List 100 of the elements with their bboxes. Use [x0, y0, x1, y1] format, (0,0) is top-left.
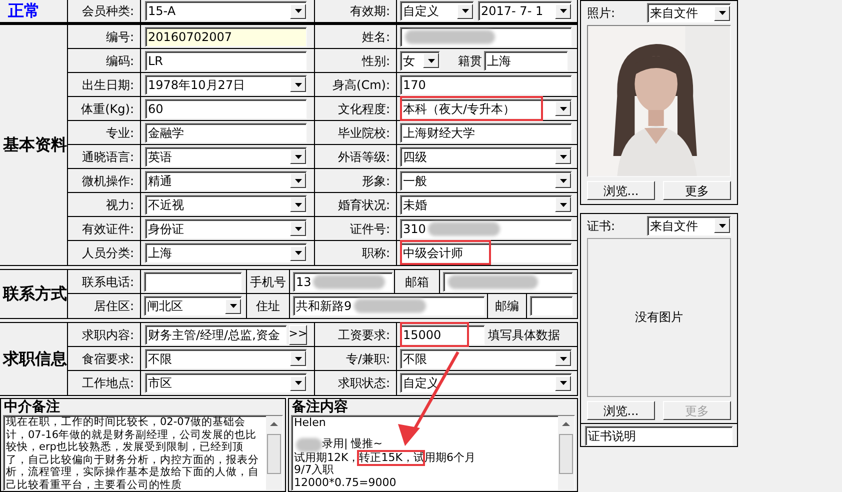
text-field[interactable] [400, 26, 572, 46]
field-label: 外语等级: [338, 148, 390, 166]
caret-icon [462, 9, 468, 13]
text-field[interactable]: 20160702007 [145, 26, 307, 46]
panel-button[interactable]: 浏览... [587, 401, 655, 420]
field-label: 文化程度: [338, 100, 390, 118]
dropdown-select[interactable]: 来自文件 [647, 3, 731, 23]
dropdown-select[interactable]: 身份证 [145, 218, 307, 238]
field-label: 求职状态: [338, 375, 390, 392]
dropdown-select[interactable]: 市区 [145, 373, 307, 393]
remark-text: 9/7入职 [294, 464, 334, 476]
field-label: 照片: [587, 5, 616, 22]
field-label: 出生日期: [82, 76, 134, 94]
more-button[interactable]: >> [289, 324, 307, 344]
caret-icon [560, 356, 566, 360]
text-field[interactable]: 310 [400, 218, 572, 238]
field-label: 手机号 [250, 274, 286, 290]
dropdown-select[interactable]: 一般 [400, 170, 572, 190]
dropdown-select[interactable]: 精通 [145, 170, 307, 190]
remark-text: 用期6个月 [424, 452, 476, 464]
dropdown-select[interactable]: 15-A [145, 1, 307, 21]
dropdown-select[interactable]: 闸北区 [144, 296, 242, 316]
dropdown-select[interactable]: 不限 [145, 348, 307, 368]
field-label: 体重(Kg): [81, 100, 134, 118]
caret-icon [560, 202, 566, 206]
dropdown-select[interactable]: 未婚 [400, 194, 572, 214]
field-label: 求职内容: [82, 326, 134, 344]
text-field[interactable]: 证书说明 [585, 426, 733, 446]
caret-icon [294, 154, 302, 158]
field-label: 专/兼职: [346, 350, 390, 368]
field-label: 籍贯 [458, 52, 482, 70]
caret-icon [428, 58, 434, 62]
text-field[interactable]: 中级会计师 [400, 243, 572, 263]
text-field[interactable]: LR [145, 50, 307, 70]
text-field[interactable]: 170 [400, 74, 572, 94]
remark-text: 12000*0.75=9000 [294, 476, 396, 489]
field-label: 编号: [106, 28, 134, 46]
text-field[interactable] [144, 272, 242, 292]
dropdown-select[interactable]: 不限 [400, 348, 572, 368]
dropdown-select[interactable]: 本科（夜大/专升本） [400, 98, 572, 118]
field-label: 住址 [256, 298, 280, 315]
dropdown-select[interactable]: 自定义 [400, 1, 474, 21]
text-field[interactable]: 共和新路9 [293, 296, 485, 316]
text-field[interactable]: 15000 [400, 324, 485, 344]
dropdown-select[interactable]: 来自文件 [647, 216, 731, 236]
dropdown-select[interactable]: 女 [400, 50, 440, 70]
text-field[interactable]: 上海财经大学 [400, 122, 572, 142]
caret-icon [560, 178, 566, 182]
field-label: 形象: [362, 172, 390, 190]
dropdown-select[interactable]: 上海 [145, 243, 307, 263]
field-label: 性别: [362, 52, 390, 70]
field-label: 食宿要求: [82, 350, 134, 368]
text-field[interactable] [443, 272, 573, 292]
caret-icon [718, 224, 726, 228]
field-label: 编码: [106, 52, 134, 70]
caret-icon [294, 251, 302, 255]
field-label: 工作地点: [82, 375, 134, 392]
panel-button[interactable]: 更多 [663, 181, 731, 200]
field-label: 毕业院校: [338, 124, 390, 142]
field-label: 专业: [106, 124, 134, 142]
field-label: 证件号: [350, 220, 390, 238]
field-label: 邮编 [495, 298, 519, 315]
section-title: 求职信息 [3, 348, 67, 370]
caret-icon [294, 381, 302, 385]
scroll-thumb[interactable] [559, 434, 573, 474]
hint-text: 填写具体数据 [488, 326, 560, 344]
field-label: 身高(Cm): [332, 76, 390, 94]
dropdown-select[interactable]: 四级 [400, 146, 572, 166]
caret-icon [294, 178, 302, 182]
field-label: 联系电话: [82, 274, 134, 290]
field-label: 通晓语言: [82, 148, 134, 166]
caret-icon [718, 11, 726, 15]
scrollbar[interactable] [266, 416, 282, 490]
scrollbar[interactable] [558, 416, 574, 490]
field-label: 有效证件: [82, 220, 134, 238]
date-select[interactable]: 2017- 7- 1 [478, 1, 572, 21]
dropdown-select[interactable]: 1978年10月27日 [145, 74, 307, 94]
caret-icon [294, 202, 302, 206]
field-label: 会员种类: [82, 3, 134, 20]
dropdown-select[interactable]: 不近视 [145, 194, 307, 214]
text-field[interactable]: 金融学 [145, 122, 307, 142]
caret-icon [294, 9, 302, 13]
panel-button[interactable]: 浏览... [587, 181, 655, 200]
remark-text: Helen [294, 417, 326, 430]
redaction-blur [296, 438, 322, 452]
text-field[interactable]: 上海 [484, 50, 568, 70]
text-field[interactable]: 60 [145, 98, 307, 118]
text-field[interactable] [530, 296, 573, 316]
scroll-thumb[interactable] [267, 434, 281, 474]
caret-icon [230, 304, 236, 308]
text-field[interactable]: 财务主管/经理/总监,资金 [145, 324, 287, 344]
empty-image-text: 没有图片 [635, 309, 683, 326]
caret-icon [294, 356, 302, 360]
dropdown-select[interactable]: 英语 [145, 146, 307, 166]
panel-title: 备注内容 [291, 399, 349, 415]
panel-title: 中介备注 [3, 399, 61, 415]
field-label: 人员分类: [82, 245, 134, 262]
text-field[interactable]: 13 [293, 272, 393, 292]
caret-icon [560, 154, 566, 158]
field-label: 居住区: [94, 298, 134, 315]
